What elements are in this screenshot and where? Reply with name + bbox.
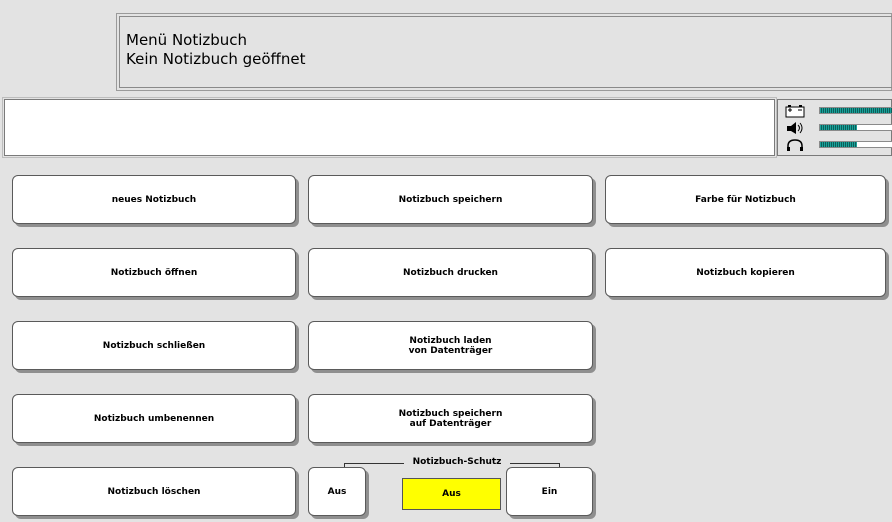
menu-title: Menü Notizbuch [126, 31, 248, 49]
notebook-color-button[interactable]: Farbe für Notizbuch [605, 175, 886, 224]
volume-meter-fill [820, 125, 857, 130]
save-to-disk-label: Notizbuch speichern auf Datenträger [398, 408, 503, 429]
rename-notebook-button[interactable]: Notizbuch umbenennen [12, 394, 296, 443]
close-notebook-button[interactable]: Notizbuch schließen [12, 321, 296, 370]
protection-current-value[interactable]: Aus [402, 478, 501, 510]
protection-off-button[interactable]: Aus [308, 467, 366, 516]
open-notebook-label: Notizbuch öffnen [110, 267, 198, 278]
close-notebook-label: Notizbuch schließen [102, 340, 206, 351]
protection-on-label: Ein [541, 486, 558, 497]
rename-notebook-label: Notizbuch umbenennen [93, 413, 215, 424]
save-notebook-label: Notizbuch speichern [398, 194, 503, 205]
notebook-color-label: Farbe für Notizbuch [695, 194, 796, 205]
headphone-meter-fill [820, 142, 857, 147]
save-notebook-button[interactable]: Notizbuch speichern [308, 175, 593, 224]
load-from-disk-label: Notizbuch laden von Datenträger [408, 335, 493, 356]
load-from-disk-button[interactable]: Notizbuch laden von Datenträger [308, 321, 593, 370]
title-panel: Menü Notizbuch Kein Notizbuch geöffnet [116, 13, 892, 91]
notebook-status-text: Kein Notizbuch geöffnet [126, 50, 306, 68]
status-panel [777, 99, 892, 156]
headphone-icon [787, 139, 803, 151]
battery-meter-fill [820, 108, 892, 113]
headphone-meter [819, 141, 892, 148]
battery-meter [819, 107, 892, 114]
delete-notebook-button[interactable]: Notizbuch löschen [12, 467, 296, 516]
print-notebook-label: Notizbuch drucken [403, 267, 498, 278]
new-notebook-button[interactable]: neues Notizbuch [12, 175, 296, 224]
volume-meter [819, 124, 892, 131]
protection-current-label: Aus [442, 489, 461, 499]
protection-group-label: Notizbuch-Schutz [404, 456, 510, 468]
text-display [2, 97, 777, 158]
headphone-status [785, 138, 892, 152]
battery-status [785, 104, 892, 118]
delete-notebook-label: Notizbuch löschen [107, 486, 201, 497]
protection-off-label: Aus [327, 486, 347, 497]
open-notebook-button[interactable]: Notizbuch öffnen [12, 248, 296, 297]
copy-notebook-label: Notizbuch kopieren [696, 267, 795, 278]
protection-on-button[interactable]: Ein [506, 467, 593, 516]
speaker-icon [787, 122, 803, 134]
copy-notebook-button[interactable]: Notizbuch kopieren [605, 248, 886, 297]
new-notebook-label: neues Notizbuch [111, 194, 197, 205]
print-notebook-button[interactable]: Notizbuch drucken [308, 248, 593, 297]
save-to-disk-button[interactable]: Notizbuch speichern auf Datenträger [308, 394, 593, 443]
battery-icon [785, 105, 805, 118]
volume-status [785, 121, 892, 135]
